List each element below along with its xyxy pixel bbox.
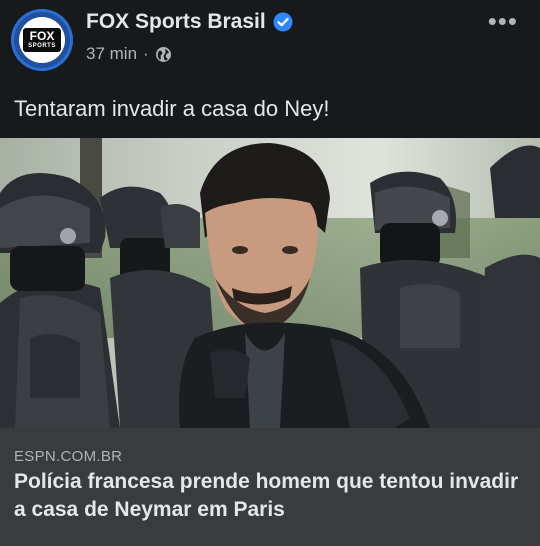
page-avatar[interactable]: FOX SPORTS [11, 9, 73, 71]
verified-badge-icon [273, 12, 293, 32]
photo-illustration [0, 138, 540, 428]
post-time[interactable]: 37 min [86, 44, 137, 64]
avatar-logo-text: FOX [29, 29, 55, 43]
avatar-logo-subtext: SPORTS [28, 43, 56, 49]
link-domain: ESPN.COM.BR [14, 448, 123, 465]
fox-sports-logo: FOX SPORTS [23, 28, 61, 52]
link-headline[interactable]: Polícia francesa prende homem que tentou… [14, 468, 524, 524]
avatar-logo: FOX SPORTS [19, 17, 65, 63]
meta-separator: · [143, 44, 149, 63]
link-preview[interactable]: ESPN.COM.BR Polícia francesa prende home… [0, 428, 540, 546]
page-name[interactable]: FOX Sports Brasil [86, 10, 266, 34]
globe-icon [155, 46, 172, 63]
post-meta: 37 min · [86, 44, 172, 64]
post-header: FOX SPORTS FOX Sports Brasil 37 min · ••… [0, 0, 540, 80]
post-photo[interactable] [0, 138, 540, 428]
feed-post: FOX SPORTS FOX Sports Brasil 37 min · ••… [0, 0, 540, 546]
more-options-icon[interactable]: ••• [488, 8, 518, 34]
post-caption: Tentaram invadir a casa do Ney! [14, 96, 330, 121]
page-name-row: FOX Sports Brasil [86, 10, 293, 34]
